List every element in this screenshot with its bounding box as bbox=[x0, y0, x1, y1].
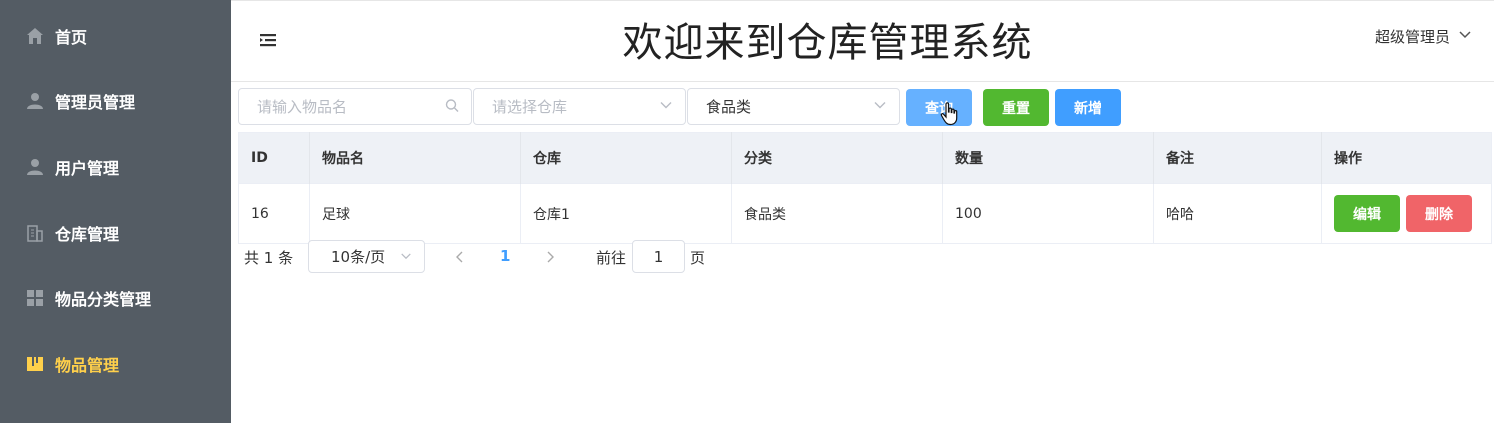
sidebar-item-label: 物品管理 bbox=[55, 356, 120, 375]
column-header-name: 物品名 bbox=[309, 132, 521, 184]
user-icon bbox=[26, 92, 44, 110]
goods-icon bbox=[26, 355, 44, 373]
cell-id: 16 bbox=[238, 183, 310, 244]
user-name: 超级管理员 bbox=[1374, 28, 1450, 46]
column-header-category: 分类 bbox=[731, 132, 943, 184]
goto-label: 前往 bbox=[596, 249, 627, 267]
prev-page-icon[interactable] bbox=[454, 249, 466, 268]
user-menu[interactable]: 超级管理员 bbox=[1375, 26, 1472, 47]
storage-placeholder: 请选择仓库 bbox=[492, 98, 568, 116]
column-header-storage: 仓库 bbox=[520, 132, 732, 184]
item-name-search-input[interactable]: 请输入物品名 bbox=[238, 88, 472, 125]
cell-count: 100 bbox=[942, 183, 1154, 244]
cell-actions: 编辑 删除 bbox=[1321, 183, 1492, 244]
edit-button[interactable]: 编辑 bbox=[1334, 195, 1400, 232]
column-header-remark: 备注 bbox=[1153, 132, 1322, 184]
add-button[interactable]: 新增 bbox=[1055, 89, 1121, 126]
hand-cursor-icon bbox=[940, 102, 960, 130]
sidebar-item-label: 物品分类管理 bbox=[55, 290, 152, 309]
add-button-label: 新增 bbox=[1074, 100, 1102, 117]
cell-storage: 仓库1 bbox=[520, 183, 732, 244]
page-suffix-label: 页 bbox=[690, 249, 706, 267]
reset-button[interactable]: 重置 bbox=[983, 89, 1049, 126]
search-icon bbox=[445, 97, 459, 116]
user-icon bbox=[26, 158, 44, 176]
page-title: 欢迎来到仓库管理系统 bbox=[622, 20, 1033, 66]
sidebar-item-storage[interactable]: 仓库管理 bbox=[0, 208, 231, 258]
cell-category: 食品类 bbox=[731, 183, 943, 244]
category-value: 食品类 bbox=[706, 98, 752, 116]
building-icon bbox=[26, 224, 44, 242]
pagination-total: 共 1 条 bbox=[244, 249, 294, 267]
sidebar-item-label: 用户管理 bbox=[55, 159, 120, 178]
sidebar-item-users[interactable]: 用户管理 bbox=[0, 142, 231, 192]
table-header-row: ID 物品名 仓库 分类 数量 备注 操作 bbox=[238, 132, 1492, 184]
column-header-id: ID bbox=[238, 132, 310, 184]
sidebar-item-admin[interactable]: 管理员管理 bbox=[0, 76, 231, 126]
next-page-icon[interactable] bbox=[544, 249, 556, 268]
chevron-down-icon bbox=[400, 247, 412, 266]
cell-name: 足球 bbox=[309, 183, 521, 244]
column-header-actions: 操作 bbox=[1321, 132, 1492, 184]
search-button[interactable]: 查询 bbox=[906, 89, 972, 126]
cell-remark: 哈哈 bbox=[1153, 183, 1322, 244]
goods-table: ID 物品名 仓库 分类 数量 备注 操作 16 足球 仓库1 食品类 100 … bbox=[238, 132, 1492, 244]
sidebar-item-label: 管理员管理 bbox=[55, 93, 136, 112]
chevron-down-icon bbox=[659, 97, 673, 116]
reset-button-label: 重置 bbox=[1002, 100, 1030, 117]
category-select[interactable]: 食品类 bbox=[687, 88, 900, 125]
chevron-down-icon bbox=[1458, 28, 1472, 46]
goto-page-value: 1 bbox=[653, 247, 664, 266]
chevron-down-icon bbox=[873, 97, 887, 116]
current-page[interactable]: 1 bbox=[500, 247, 510, 265]
sidebar-item-label: 仓库管理 bbox=[55, 225, 120, 244]
grid-icon bbox=[26, 289, 44, 307]
sidebar-item-goodstype[interactable]: 物品分类管理 bbox=[0, 273, 231, 323]
goto-page-input[interactable]: 1 bbox=[632, 240, 685, 273]
sidebar-item-goods[interactable]: 物品管理 bbox=[0, 339, 231, 389]
page-size-value: 10条/页 bbox=[331, 248, 386, 266]
delete-button[interactable]: 删除 bbox=[1406, 195, 1472, 232]
column-header-count: 数量 bbox=[942, 132, 1154, 184]
item-name-placeholder: 请输入物品名 bbox=[257, 98, 348, 116]
storage-select[interactable]: 请选择仓库 bbox=[473, 88, 686, 125]
table-row: 16 足球 仓库1 食品类 100 哈哈 编辑 删除 bbox=[238, 183, 1492, 244]
page-size-select[interactable]: 10条/页 bbox=[308, 240, 425, 273]
